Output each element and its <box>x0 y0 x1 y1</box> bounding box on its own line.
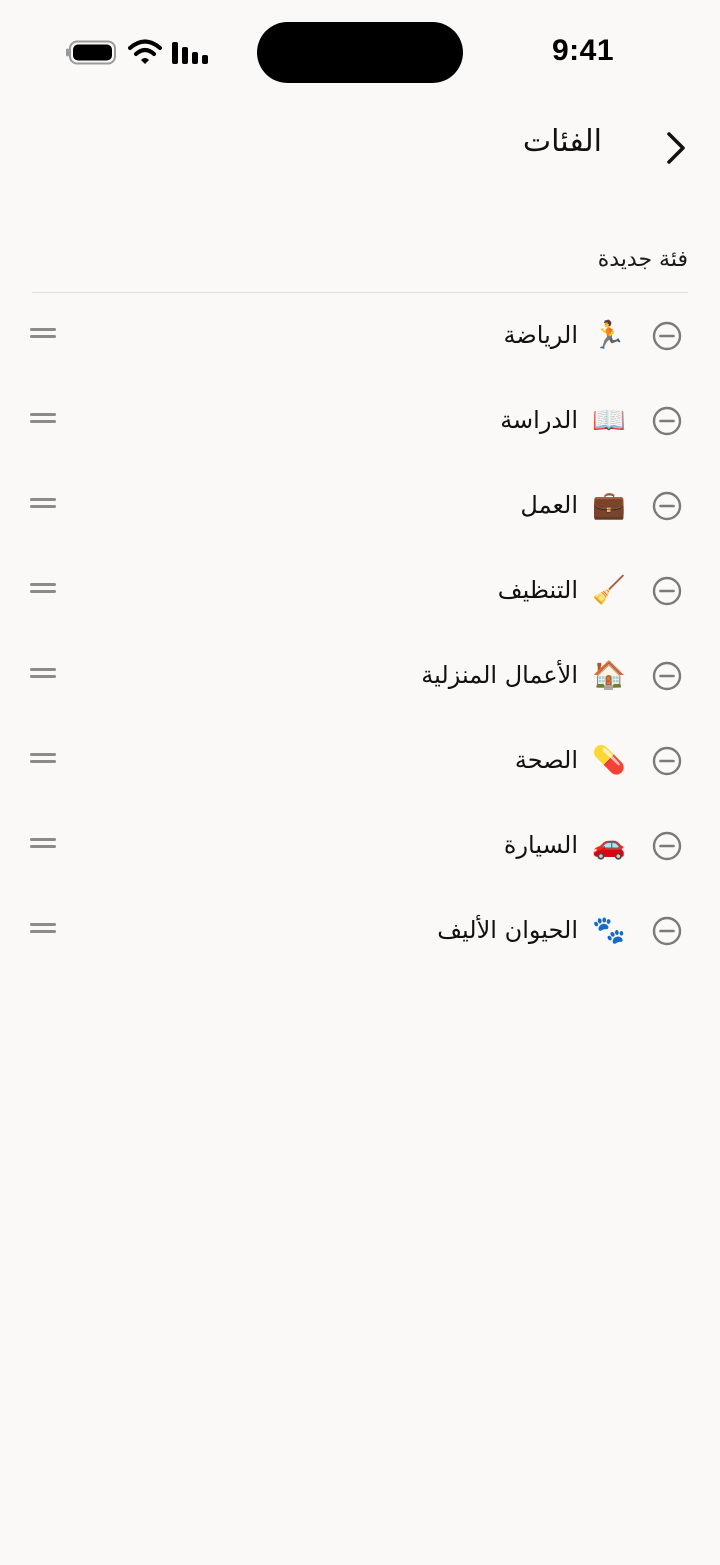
category-row[interactable]: 📖 الدراسة <box>0 378 720 463</box>
category-emoji-icon: 💊 <box>592 745 626 776</box>
categories-screen: 9:41 الفئات فئة جديدة 🏃 الرياضة 📖 الدراس <box>0 0 720 1565</box>
drag-handle-icon[interactable] <box>30 753 56 769</box>
remove-circle-icon[interactable] <box>652 916 682 946</box>
remove-circle-icon[interactable] <box>652 661 682 691</box>
remove-circle-icon[interactable] <box>652 831 682 861</box>
drag-handle-icon[interactable] <box>30 583 56 599</box>
category-emoji-icon: 📖 <box>592 405 626 436</box>
remove-circle-icon[interactable] <box>652 576 682 606</box>
dynamic-island <box>257 22 463 83</box>
category-row[interactable]: 🧹 التنظيف <box>0 548 720 633</box>
category-row[interactable]: 🚗 السيارة <box>0 803 720 888</box>
battery-icon <box>66 40 116 65</box>
category-emoji-icon: 💼 <box>592 490 626 521</box>
category-row[interactable]: 💼 العمل <box>0 463 720 548</box>
category-label: العمل <box>520 491 578 519</box>
drag-handle-icon[interactable] <box>30 923 56 939</box>
remove-circle-icon[interactable] <box>652 746 682 776</box>
category-list: 🏃 الرياضة 📖 الدراسة 💼 العمل 🧹 التنظيف 🏠 … <box>0 293 720 973</box>
drag-handle-icon[interactable] <box>30 498 56 514</box>
status-bar: 9:41 <box>0 0 720 100</box>
category-label: الدراسة <box>500 406 578 434</box>
signal-icon <box>172 42 208 64</box>
category-label: الرياضة <box>503 321 578 349</box>
new-category-input[interactable]: فئة جديدة <box>32 226 688 292</box>
category-emoji-icon: 🐾 <box>592 915 626 946</box>
category-emoji-icon: 🏠 <box>592 660 626 691</box>
wifi-icon <box>128 39 162 64</box>
new-category-placeholder: فئة جديدة <box>597 246 688 272</box>
category-label: التنظيف <box>497 576 578 604</box>
drag-handle-icon[interactable] <box>30 668 56 684</box>
category-row[interactable]: 🐾 الحيوان الأليف <box>0 888 720 973</box>
category-label: الأعمال المنزلية <box>421 661 578 689</box>
nav-bar: الفئات <box>0 110 720 186</box>
drag-handle-icon[interactable] <box>30 838 56 854</box>
category-row[interactable]: 💊 الصحة <box>0 718 720 803</box>
drag-handle-icon[interactable] <box>30 328 56 344</box>
category-emoji-icon: 🏃 <box>592 320 626 351</box>
back-button[interactable] <box>658 128 694 168</box>
category-emoji-icon: 🧹 <box>592 575 626 606</box>
category-label: الحيوان الأليف <box>437 916 578 944</box>
category-label: الصحة <box>514 746 578 774</box>
category-row[interactable]: 🏠 الأعمال المنزلية <box>0 633 720 718</box>
category-emoji-icon: 🚗 <box>592 830 626 861</box>
remove-circle-icon[interactable] <box>652 491 682 521</box>
remove-circle-icon[interactable] <box>652 321 682 351</box>
remove-circle-icon[interactable] <box>652 406 682 436</box>
category-label: السيارة <box>503 831 578 859</box>
category-row[interactable]: 🏃 الرياضة <box>0 293 720 378</box>
drag-handle-icon[interactable] <box>30 413 56 429</box>
chevron-right-icon <box>667 132 685 164</box>
status-time: 9:41 <box>551 34 614 67</box>
page-title: الفئات <box>522 124 602 159</box>
